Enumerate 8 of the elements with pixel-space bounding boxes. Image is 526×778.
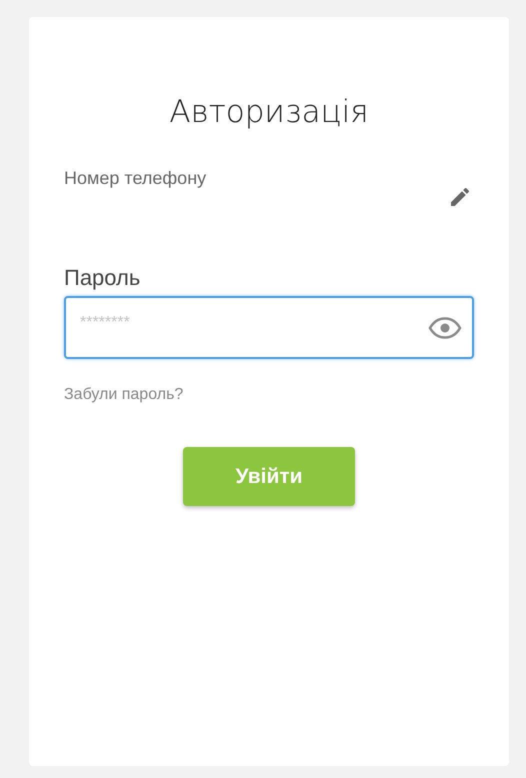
eye-icon[interactable] — [428, 316, 462, 340]
password-field[interactable]: ******** — [64, 296, 474, 359]
edit-icon[interactable] — [448, 185, 472, 209]
field-label: Пароль — [64, 265, 140, 291]
forgot-password-link[interactable]: Забули пароль? — [64, 383, 184, 407]
field-label: Номер телефону — [64, 167, 206, 190]
page-title: Авторизація — [169, 93, 369, 131]
login-button[interactable]: Увійти — [183, 447, 355, 506]
